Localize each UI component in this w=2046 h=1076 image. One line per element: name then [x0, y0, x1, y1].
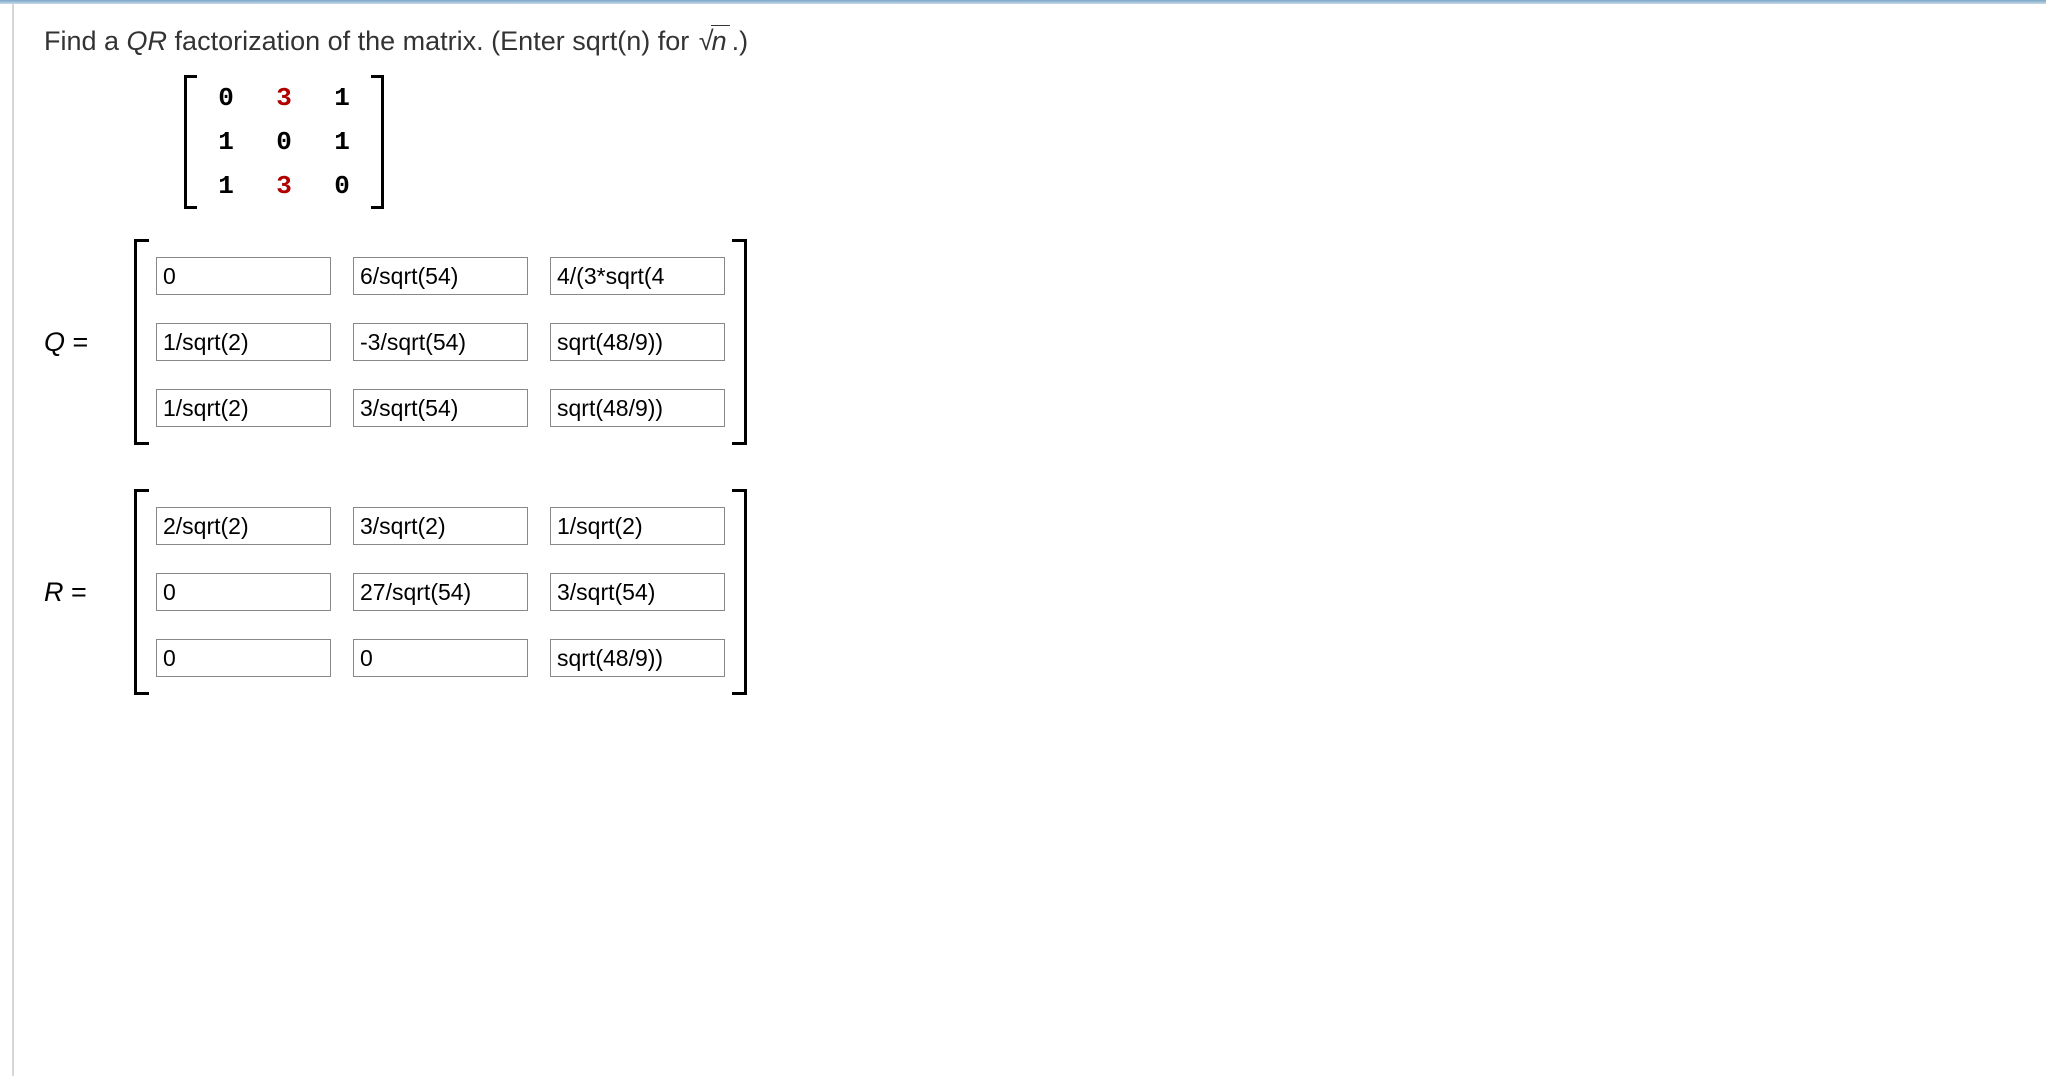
given-cell: 0	[318, 171, 366, 201]
given-matrix-brackets: 031101130	[184, 75, 384, 209]
q-input-1-2[interactable]	[550, 323, 725, 361]
r-input-0-1[interactable]	[353, 507, 528, 545]
question-prompt: Find a QR factorization of the matrix. (…	[44, 26, 2016, 57]
given-cell: 1	[318, 83, 366, 113]
q-input-1-1[interactable]	[353, 323, 528, 361]
q-input-2-2[interactable]	[550, 389, 725, 427]
r-label: R =	[44, 577, 134, 608]
prompt-qr: QR	[127, 26, 168, 56]
q-input-0-1[interactable]	[353, 257, 528, 295]
sqrt-symbol: n	[697, 26, 732, 57]
r-input-1-2[interactable]	[550, 573, 725, 611]
q-matrix-row: Q =	[44, 239, 2016, 445]
q-input-1-0[interactable]	[156, 323, 331, 361]
left-divider	[12, 4, 14, 1076]
equals-sign: =	[71, 577, 87, 607]
given-matrix: 031101130	[184, 75, 2016, 209]
r-input-1-1[interactable]	[353, 573, 528, 611]
prompt-part2: factorization of the matrix. (Enter sqrt…	[167, 26, 697, 56]
given-cell: 3	[260, 83, 308, 113]
r-input-1-0[interactable]	[156, 573, 331, 611]
r-input-0-0[interactable]	[156, 507, 331, 545]
given-cell: 3	[260, 171, 308, 201]
r-matrix-brackets	[134, 489, 747, 695]
given-cell: 1	[318, 127, 366, 157]
q-input-0-0[interactable]	[156, 257, 331, 295]
given-cell: 1	[202, 127, 250, 157]
q-label: Q =	[44, 327, 134, 358]
sqrt-radicand: n	[711, 25, 730, 56]
prompt-part1: Find a	[44, 26, 127, 56]
q-input-2-1[interactable]	[353, 389, 528, 427]
q-matrix-brackets	[134, 239, 747, 445]
r-label-letter: R	[44, 577, 64, 607]
q-input-0-2[interactable]	[550, 257, 725, 295]
q-input-2-0[interactable]	[156, 389, 331, 427]
r-input-2-1[interactable]	[353, 639, 528, 677]
r-input-2-0[interactable]	[156, 639, 331, 677]
question-content: Find a QR factorization of the matrix. (…	[0, 4, 2046, 779]
given-cell: 0	[202, 83, 250, 113]
prompt-part3: .)	[732, 26, 749, 56]
q-label-letter: Q	[44, 327, 65, 357]
equals-sign: =	[73, 327, 89, 357]
given-cell: 1	[202, 171, 250, 201]
given-cell: 0	[260, 127, 308, 157]
r-matrix-row: R =	[44, 489, 2016, 695]
r-input-2-2[interactable]	[550, 639, 725, 677]
r-input-0-2[interactable]	[550, 507, 725, 545]
